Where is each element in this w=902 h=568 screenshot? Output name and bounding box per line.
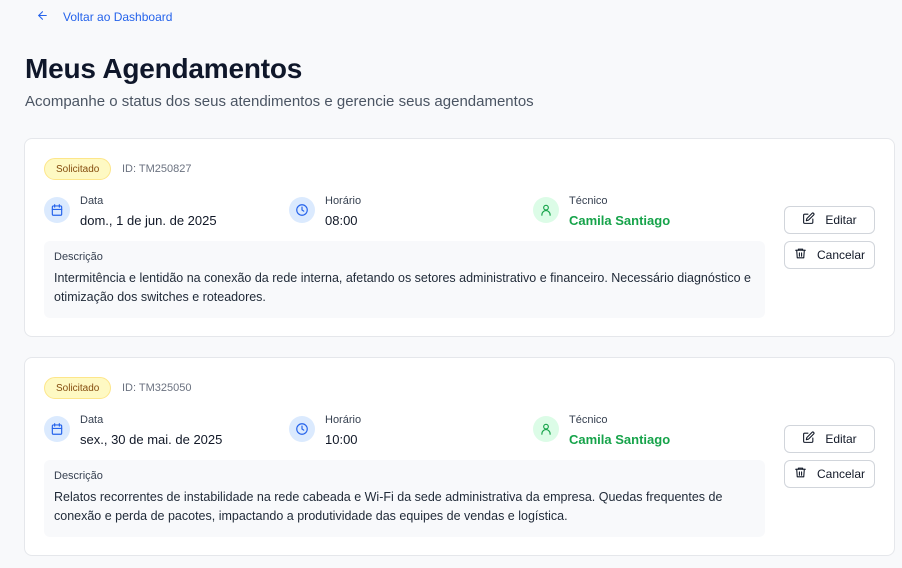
clock-icon: [289, 416, 315, 442]
page-title: Meus Agendamentos: [25, 53, 303, 84]
date-label: Data: [80, 195, 104, 207]
cancel-button[interactable]: Cancelar: [784, 460, 875, 488]
edit-button[interactable]: Editar: [784, 425, 875, 453]
edit-icon: [802, 212, 815, 228]
calendar-icon: [44, 197, 70, 223]
technician-name: Camila Santiago: [569, 213, 671, 228]
appointment-id: ID: TM325050: [122, 382, 192, 394]
edit-button-label[interactable]: Editar: [825, 213, 856, 227]
edit-button-label[interactable]: Editar: [825, 432, 856, 446]
time-field: Horário 10:00: [289, 414, 361, 447]
edit-button[interactable]: Editar: [784, 206, 875, 234]
arrow-left-icon: [36, 9, 49, 25]
user-icon: [533, 197, 559, 223]
status-badge: Solicitado: [44, 158, 112, 180]
cancel-button-label[interactable]: Cancelar: [817, 467, 865, 481]
technician-field: Técnico Camila Santiago: [533, 195, 670, 228]
cancel-button[interactable]: Cancelar: [784, 241, 875, 269]
appointments-page: Voltar ao Dashboard Meus Agendamentos Ac…: [0, 0, 902, 568]
technician-name: Camila Santiago: [569, 432, 671, 447]
date-label: Data: [80, 414, 104, 426]
edit-icon: [802, 431, 815, 447]
date-value: dom., 1 de jun. de 2025: [80, 213, 217, 228]
technician-label: Técnico: [569, 414, 608, 426]
clock-icon: [289, 197, 315, 223]
cancel-button-label[interactable]: Cancelar: [817, 248, 865, 262]
description-box: Descrição Intermitência e lentidão na co…: [44, 241, 765, 318]
trash-icon: [794, 247, 807, 263]
description-label: Descrição: [54, 470, 103, 482]
appointment-card: Solicitado ID: TM250827 Data dom., 1 de …: [24, 138, 895, 337]
time-label: Horário: [325, 195, 362, 207]
time-value: 10:00: [325, 432, 358, 447]
description-text: Intermitência e lentidão na conexão da r…: [54, 271, 751, 304]
time-value: 08:00: [325, 213, 358, 228]
calendar-icon: [44, 416, 70, 442]
date-field: Data dom., 1 de jun. de 2025: [44, 195, 217, 228]
time-label: Horário: [325, 414, 362, 426]
date-field: Data sex., 30 de mai. de 2025: [44, 414, 222, 447]
trash-icon: [794, 466, 807, 482]
back-link-label[interactable]: Voltar ao Dashboard: [63, 10, 172, 24]
user-icon: [533, 416, 559, 442]
technician-field: Técnico Camila Santiago: [533, 414, 670, 447]
technician-label: Técnico: [569, 195, 608, 207]
page-subtitle: Acompanhe o status dos seus atendimentos…: [25, 93, 534, 110]
appointment-id: ID: TM250827: [122, 163, 192, 175]
description-label: Descrição: [54, 251, 103, 263]
status-badge: Solicitado: [44, 377, 112, 399]
description-box: Descrição Relatos recorrentes de instabi…: [44, 460, 765, 537]
description-text: Relatos recorrentes de instabilidade na …: [54, 490, 723, 523]
appointment-card: Solicitado ID: TM325050 Data sex., 30 de…: [24, 357, 895, 556]
time-field: Horário 08:00: [289, 195, 361, 228]
date-value: sex., 30 de mai. de 2025: [80, 432, 223, 447]
back-to-dashboard-link[interactable]: Voltar ao Dashboard: [36, 9, 172, 25]
